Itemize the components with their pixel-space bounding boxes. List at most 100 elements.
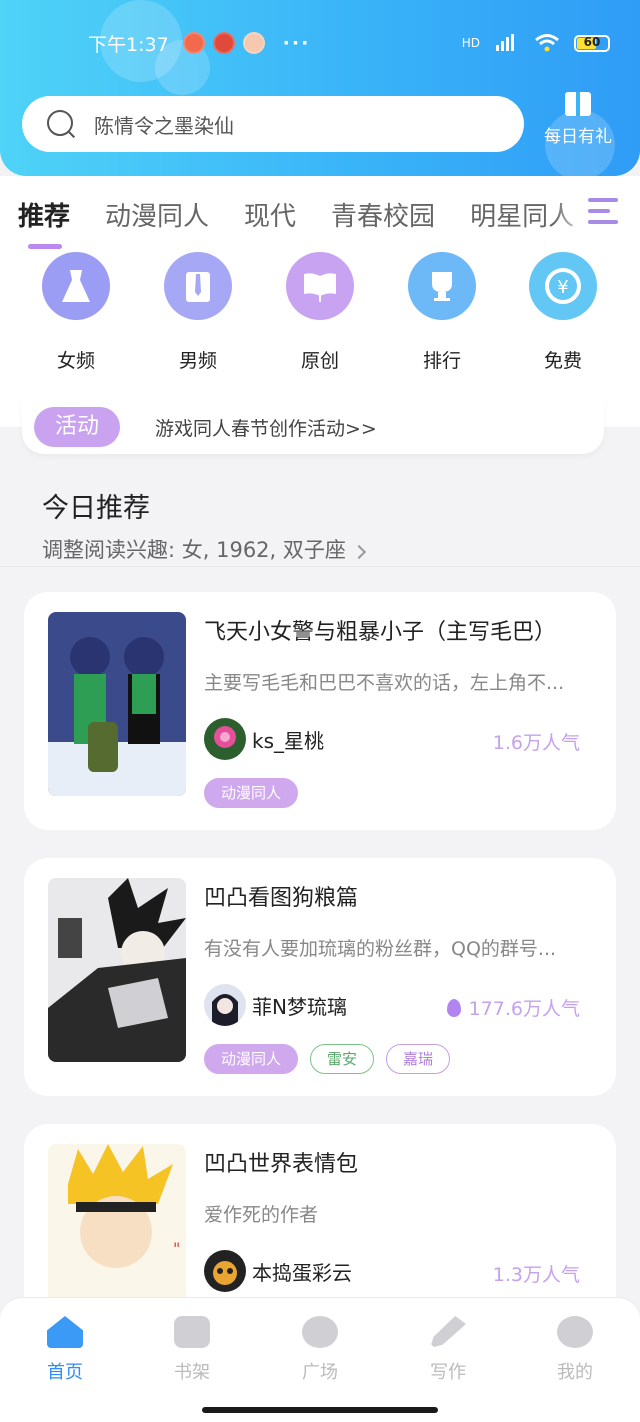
signal-icon [496,34,514,51]
interest-settings-text: 调整阅读兴趣: 女, 1962, 双子座 [42,538,346,562]
home-indicator [202,1407,438,1413]
avatar [204,1250,246,1292]
more-notifications-icon: ··· [282,32,311,54]
category-tabs: 推荐 动漫同人 现代 青春校园 明星同人 [0,176,640,252]
planet-icon [302,1316,338,1348]
activity-banner[interactable]: 活动 游戏同人春节创作活动>> [22,400,604,454]
nav-mine[interactable]: 我的 [535,1316,615,1384]
category-label: 免费 [543,350,582,372]
battery-level: 60 [583,34,601,49]
divider [0,566,640,567]
category-label: 排行 [422,350,461,372]
svg-text:¥: ¥ [557,277,568,298]
author-name: ks_星桃 [252,728,325,753]
tag-list: 动漫同人 雷安 嘉瑞 [204,1044,451,1074]
status-bar: 下午1:37 ··· HD 60 [88,28,610,58]
category-label: 女频 [56,350,95,372]
book-cover [48,612,186,796]
book-cover: " [48,1144,186,1324]
wifi-icon [535,34,559,52]
tag-list: 动漫同人 [204,778,299,808]
home-icon [47,1316,83,1348]
book-card[interactable]: " 凹凸世界表情包 爱作死的作者 本捣蛋彩云 1.3万人气 [24,1124,616,1324]
author[interactable]: ks_星桃 [204,718,324,760]
tag[interactable]: 雷安 [310,1044,375,1074]
nav-home[interactable]: 首页 [25,1316,105,1384]
popularity: 1.3万人气 [493,1260,580,1287]
avatar [204,718,246,760]
popularity-count: 177.6万人气 [468,998,580,1020]
tag[interactable]: 动漫同人 [204,778,299,808]
popularity-count: 1.3万人气 [492,1264,580,1286]
author-name: 本捣蛋彩云 [252,1260,352,1285]
book-title: 凹凸看图狗粮篇 [204,886,359,911]
search-placeholder: 陈情令之墨染仙 [94,113,234,138]
daily-gift-label: 每日有礼 [544,127,612,147]
tabs-menu-button[interactable] [554,176,640,252]
book-icon [286,252,354,320]
interest-settings-link[interactable]: 调整阅读兴趣: 女, 1962, 双子座 [42,534,366,564]
nav-label: 广场 [302,1362,338,1383]
category-original[interactable]: 原创 [265,252,375,373]
popularity: 177.6万人气 [446,994,580,1021]
author[interactable]: 本捣蛋彩云 [204,1250,352,1292]
author-name: 菲N梦琉璃 [252,994,347,1019]
book-cover [48,878,186,1062]
nav-label: 书架 [174,1362,210,1383]
daily-gift-button[interactable]: 每日有礼 [540,92,616,147]
popularity-count: 1.6万人气 [492,732,580,754]
avatar [204,984,246,1026]
search-icon [46,109,76,139]
author[interactable]: 菲N梦琉璃 [204,984,347,1026]
tab-recommend[interactable]: 推荐 [18,196,70,233]
trophy-icon [408,252,476,320]
network-label: HD [461,36,480,50]
bookshelf-icon [174,1316,210,1348]
popularity: 1.6万人气 [493,728,580,755]
section-title: 今日推荐 [42,493,150,524]
book-description: 主要写毛毛和巴巴不喜欢的话，左上角不... [204,672,565,694]
notification-icon [242,32,265,54]
yen-coin-icon: ¥ [529,252,597,320]
tab-modern[interactable]: 现代 [244,196,296,233]
notification-icon [212,32,235,54]
book-title: 飞天小女警与粗暴小子（主写毛巴） [204,620,557,645]
flame-icon [446,998,461,1017]
activity-text: 游戏同人春节创作活动>> [155,418,377,440]
book-description: 有没有人要加琉璃的粉丝群，QQ的群号... [204,938,557,960]
tag[interactable]: 动漫同人 [204,1044,299,1074]
menu-icon [588,198,618,231]
category-ranking[interactable]: 排行 [387,252,497,373]
tag[interactable]: 嘉瑞 [386,1044,451,1074]
book-description: 爱作死的作者 [204,1204,319,1226]
svg-text:": " [173,1239,180,1258]
nav-write[interactable]: 写作 [408,1316,488,1384]
battery-icon: 60 [574,34,610,52]
nav-label: 首页 [47,1362,83,1383]
nav-label: 写作 [430,1362,466,1383]
tab-anime-fanfic[interactable]: 动漫同人 [105,196,209,233]
nav-label: 我的 [557,1362,593,1383]
book-card[interactable]: 凹凸看图狗粮篇 有没有人要加琉璃的粉丝群，QQ的群号... 菲N梦琉璃 177.… [24,858,616,1096]
gift-icon [565,92,591,116]
category-label: 男频 [178,350,217,372]
shirt-icon [164,252,232,320]
book-title: 凹凸世界表情包 [204,1152,359,1177]
category-free[interactable]: ¥ 免费 [508,252,618,373]
nav-bookshelf[interactable]: 书架 [152,1316,232,1384]
header: 下午1:37 ··· HD 60 陈情令之墨染仙 每日有礼 [0,0,640,176]
book-card[interactable]: 飞天小女警与粗暴小子（主写毛巴） 主要写毛毛和巴巴不喜欢的话，左上角不... k… [24,592,616,830]
active-tab-indicator [28,244,62,249]
category-female[interactable]: 女频 [21,252,131,373]
status-time: 下午1:37 [88,33,169,56]
category-label: 原创 [300,350,339,372]
search-input[interactable]: 陈情令之墨染仙 [22,96,524,152]
pen-icon [430,1316,466,1348]
nav-plaza[interactable]: 广场 [280,1316,360,1384]
activity-badge: 活动 [34,407,120,447]
notification-icon [182,32,205,54]
chevron-right-icon [351,544,366,560]
dress-icon [42,252,110,320]
category-male[interactable]: 男频 [143,252,253,373]
tab-campus[interactable]: 青春校园 [331,196,435,233]
